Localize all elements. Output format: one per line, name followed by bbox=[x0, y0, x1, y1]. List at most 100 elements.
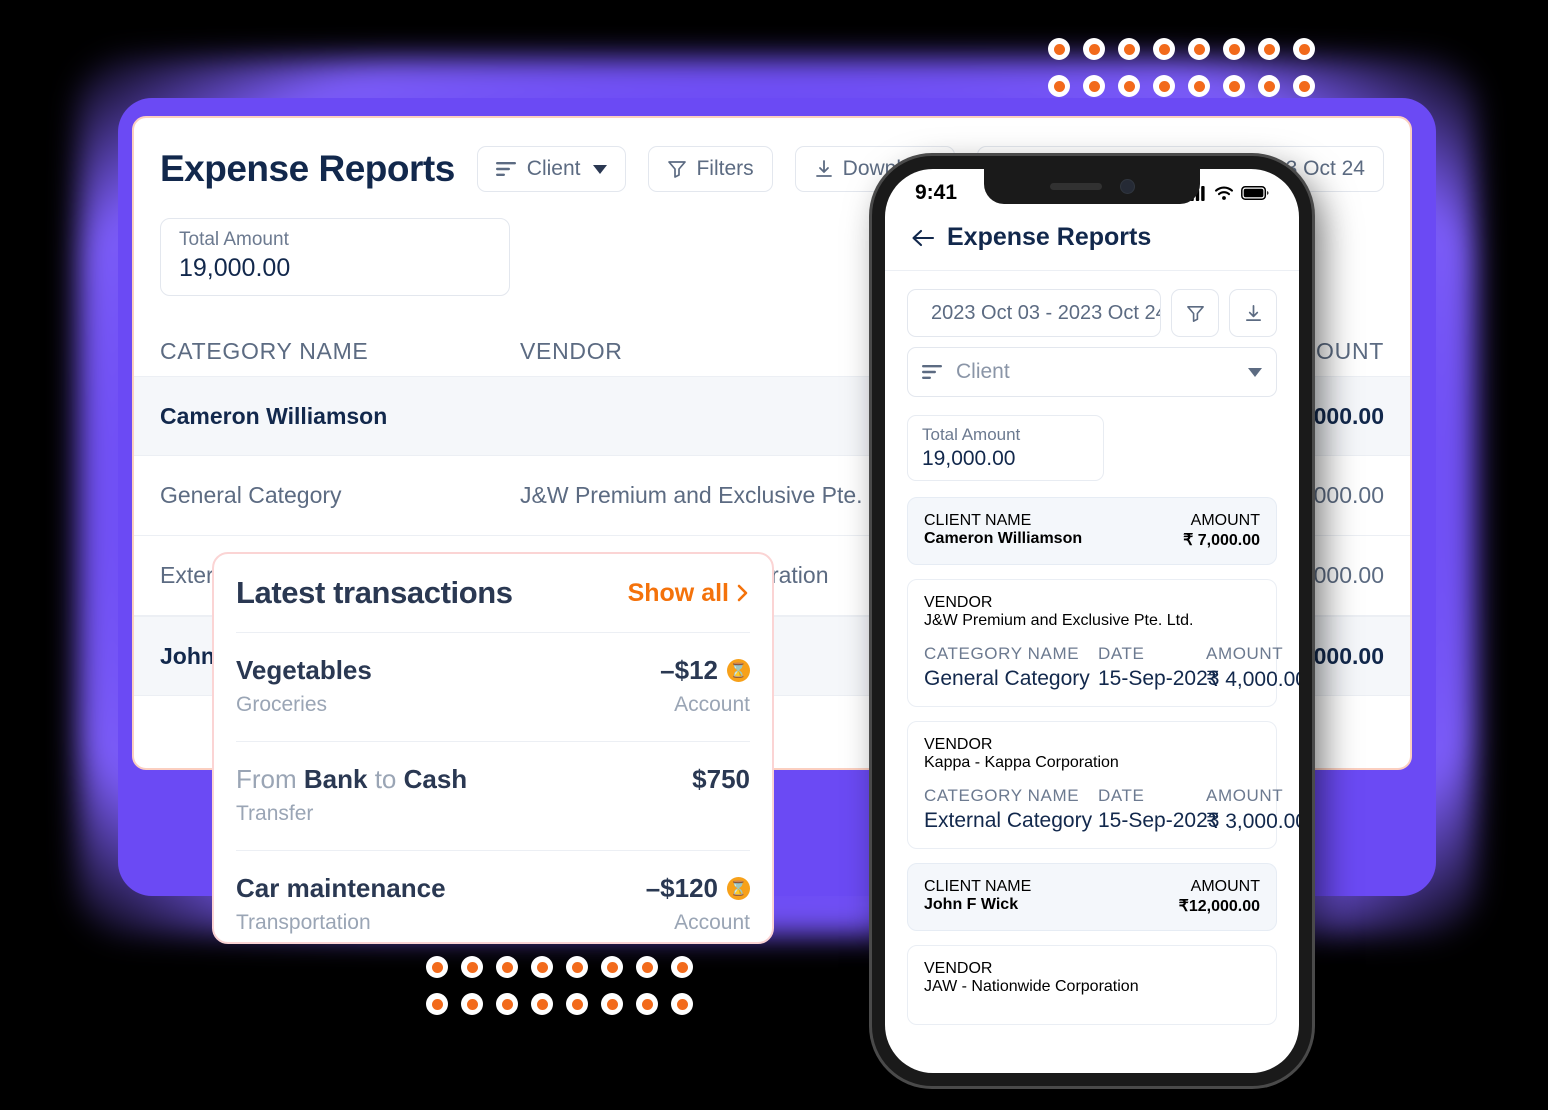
desktop-total-amount-box: Total Amount 19,000.00 bbox=[160, 218, 510, 296]
show-all-link[interactable]: Show all bbox=[628, 579, 750, 608]
total-amount-value: 19,000.00 bbox=[179, 254, 291, 282]
dot bbox=[671, 993, 693, 1015]
sort-lines-icon bbox=[922, 365, 942, 379]
phone-client-name: Cameron Williamson bbox=[924, 530, 1083, 547]
transaction-source: Account bbox=[674, 911, 750, 934]
label-vendor: VENDOR bbox=[924, 736, 993, 753]
dot bbox=[531, 956, 553, 978]
transaction-row[interactable]: From Bank to Cash Transfer $750 bbox=[236, 741, 750, 850]
phone-date-range-picker[interactable]: 2023 Oct 03 - 2023 Oct 24 bbox=[907, 289, 1161, 337]
download-icon bbox=[815, 160, 832, 177]
cell-category-name: Cameron Williamson bbox=[160, 402, 388, 429]
transaction-source: Account bbox=[674, 693, 750, 716]
phone-page-title: Expense Reports bbox=[947, 223, 1152, 251]
client-sort-dropdown[interactable]: Client bbox=[476, 146, 627, 192]
chevron-down-icon bbox=[593, 164, 608, 174]
phone-client-card[interactable]: CLIENT NAME John F Wick AMOUNT ₹12,000.0… bbox=[907, 863, 1277, 931]
phone-client-name-group: CLIENT NAME John F Wick bbox=[924, 878, 1031, 916]
label-category-name: CATEGORY NAME bbox=[924, 644, 1080, 663]
chevron-right-icon bbox=[737, 584, 748, 602]
transaction-name: From Bank to Cash bbox=[236, 764, 468, 794]
total-amount-label: Total Amount bbox=[179, 229, 289, 250]
phone-client-row: CLIENT NAME John F Wick AMOUNT ₹12,000.0… bbox=[924, 878, 1260, 916]
dot bbox=[566, 956, 588, 978]
phone-total-value: 19,000.00 bbox=[922, 447, 1016, 470]
label-client-name: CLIENT NAME bbox=[924, 878, 1032, 895]
phone-expense-list: CLIENT NAME Cameron Williamson AMOUNT ₹ … bbox=[885, 481, 1299, 1025]
pending-hourglass-icon: ⌛ bbox=[727, 659, 750, 682]
dot bbox=[461, 956, 483, 978]
decorative-dot-grid-bottom bbox=[426, 956, 706, 1015]
dot bbox=[531, 993, 553, 1015]
back-arrow-icon[interactable] bbox=[911, 228, 935, 248]
status-time: 9:41 bbox=[915, 181, 958, 204]
phone-category-name: External Category bbox=[924, 809, 1093, 832]
sort-lines-icon bbox=[495, 162, 516, 176]
label-date: DATE bbox=[1098, 644, 1145, 663]
phone-detail-card[interactable]: VENDOR JAW - Nationwide Corporation bbox=[907, 945, 1277, 1025]
transaction-name: Vegetables bbox=[236, 655, 372, 685]
label-vendor: VENDOR bbox=[924, 960, 993, 977]
latest-transactions-card: Latest transactions Show all Vegetables … bbox=[212, 552, 774, 944]
phone-amount-group: AMOUNT ₹ 4,000.00 bbox=[1206, 644, 1299, 692]
phone-date-group: DATE 15-Sep-2023 bbox=[1098, 644, 1220, 692]
phone-filter-bar: 2023 Oct 03 - 2023 Oct 24 Client bbox=[885, 271, 1299, 397]
dot bbox=[496, 993, 518, 1015]
label-client-name: CLIENT NAME bbox=[924, 512, 1032, 529]
phone-client-name: John F Wick bbox=[924, 896, 1019, 913]
cell-category-name: General Category bbox=[160, 482, 342, 508]
dot bbox=[1048, 38, 1070, 60]
filters-label: Filters bbox=[696, 157, 754, 180]
phone-client-dropdown[interactable]: Client bbox=[907, 347, 1277, 397]
transaction-amount-group: $750 bbox=[692, 764, 750, 795]
dot bbox=[1153, 75, 1175, 97]
dot bbox=[671, 956, 693, 978]
transaction-name: Car maintenance bbox=[236, 873, 446, 903]
transaction-category: Groceries bbox=[236, 693, 328, 716]
client-dropdown-label: Client bbox=[526, 157, 581, 180]
phone-amount-value: ₹ 4,000.00 bbox=[1206, 668, 1299, 691]
phone-app-header: Expense Reports bbox=[885, 217, 1299, 271]
phone-date-value: 15-Sep-2023 bbox=[1098, 667, 1220, 690]
phone-amount-value: ₹ 3,000.00 bbox=[1206, 810, 1299, 833]
phone-detail-card[interactable]: VENDOR Kappa - Kappa Corporation CATEGOR… bbox=[907, 721, 1299, 849]
transaction-amount-group: –$12 ⌛ bbox=[660, 655, 750, 686]
phone-client-card[interactable]: CLIENT NAME Cameron Williamson AMOUNT ₹ … bbox=[907, 497, 1277, 565]
phone-screen: 9:41 Expense Reports 2023 Oct 03 - 2023 … bbox=[885, 169, 1299, 1073]
dot bbox=[1258, 75, 1280, 97]
transaction-row[interactable]: Vegetables Groceries –$12 ⌛ Account bbox=[236, 632, 750, 741]
pending-hourglass-icon: ⌛ bbox=[727, 877, 750, 900]
phone-mockup: 9:41 Expense Reports 2023 Oct 03 - 2023 … bbox=[872, 156, 1312, 1086]
transaction-row[interactable]: Car maintenance Transportation –$120 ⌛ A… bbox=[236, 850, 750, 959]
latest-transactions-header: Latest transactions Show all bbox=[236, 554, 750, 632]
latest-transactions-title: Latest transactions bbox=[236, 575, 513, 610]
dot bbox=[636, 956, 658, 978]
dot bbox=[496, 956, 518, 978]
dot bbox=[1083, 75, 1105, 97]
phone-filters-button[interactable] bbox=[1171, 289, 1219, 337]
download-icon bbox=[1245, 304, 1261, 321]
dot bbox=[566, 993, 588, 1015]
speaker-grille-icon bbox=[1049, 183, 1102, 190]
filter-funnel-icon bbox=[1186, 305, 1204, 322]
dot bbox=[1293, 75, 1315, 97]
decorative-dot-grid-top bbox=[1048, 38, 1328, 97]
filters-button[interactable]: Filters bbox=[648, 146, 773, 192]
phone-download-button[interactable] bbox=[1229, 289, 1277, 337]
dot bbox=[1153, 38, 1175, 60]
phone-detail-card[interactable]: VENDOR J&W Premium and Exclusive Pte. Lt… bbox=[907, 579, 1299, 707]
phone-total-label: Total Amount bbox=[922, 425, 1021, 444]
column-header-category-name: CATEGORY NAME bbox=[160, 337, 369, 364]
dot bbox=[1118, 38, 1140, 60]
show-all-label: Show all bbox=[627, 578, 729, 607]
label-category-name: CATEGORY NAME bbox=[924, 786, 1080, 805]
dot bbox=[1188, 75, 1210, 97]
dot bbox=[1258, 38, 1280, 60]
wifi-icon bbox=[1214, 186, 1234, 200]
phone-notch bbox=[984, 169, 1200, 204]
phone-client-amount: ₹12,000.00 bbox=[1178, 898, 1260, 915]
transaction-amount-group: –$120 ⌛ bbox=[646, 873, 750, 904]
phone-filter-row: 2023 Oct 03 - 2023 Oct 24 bbox=[907, 289, 1277, 337]
phone-client-amount-group: AMOUNT ₹12,000.00 bbox=[1179, 878, 1260, 916]
phone-detail-row: CATEGORY NAME External Category DATE 15-… bbox=[924, 786, 1299, 834]
